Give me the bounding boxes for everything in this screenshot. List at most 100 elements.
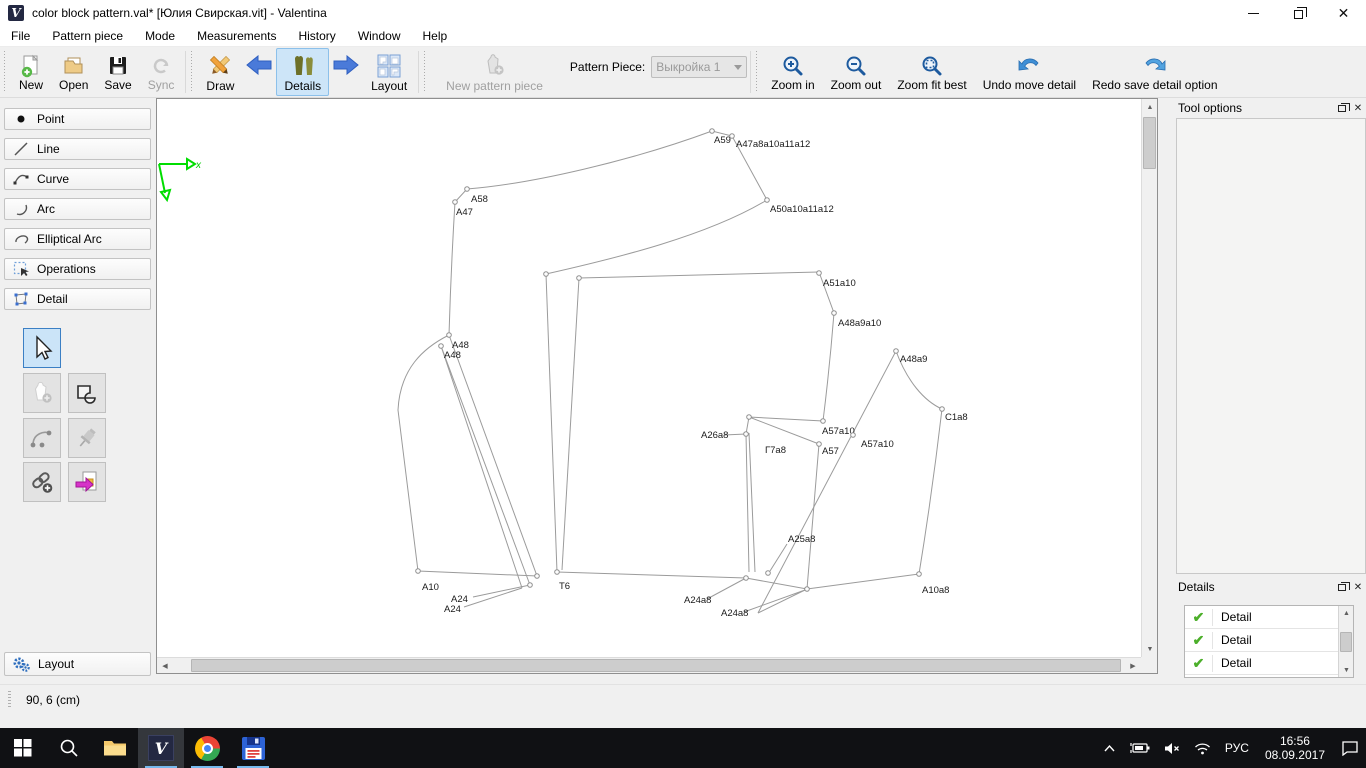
pattern-piece-path[interactable] — [745, 416, 824, 445]
toolbar-drag-handle[interactable] — [2, 51, 7, 93]
zoom-in-button[interactable]: Zoom in — [763, 48, 822, 96]
undo-move-detail-button[interactable]: Undo move detail — [975, 48, 1084, 96]
scroll-right-icon[interactable]: ▶ — [1125, 658, 1141, 674]
scroll-up-icon[interactable]: ▲ — [1339, 606, 1354, 620]
category-arc[interactable]: Arc — [4, 198, 151, 220]
category-curve[interactable]: Curve — [4, 168, 151, 190]
pattern-piece-path[interactable] — [448, 201, 456, 336]
category-point[interactable]: Point — [4, 108, 151, 130]
scroll-left-icon[interactable]: ◀ — [157, 658, 173, 674]
category-line[interactable]: Line — [4, 138, 151, 160]
zoom-out-button[interactable]: Zoom out — [823, 48, 890, 96]
file-explorer-button[interactable] — [92, 728, 138, 768]
select-arrow-tool[interactable] — [23, 328, 61, 368]
pattern-piece-path[interactable] — [818, 271, 835, 422]
details-scrollbar[interactable]: ▲ ▼ — [1338, 606, 1353, 677]
pattern-piece-path[interactable] — [706, 577, 747, 600]
category-elliptical-arc[interactable]: Elliptical Arc — [4, 228, 151, 250]
tray-expand-button[interactable] — [1096, 728, 1123, 768]
drawing-area[interactable]: x A59 A47a8a10a11a12 A58 A47 A50a10a11a12 A51… — [157, 99, 1141, 657]
export-details-tool[interactable] — [68, 462, 106, 502]
valentina-taskbar-button[interactable]: V — [138, 728, 184, 768]
toolbar-drag-handle[interactable] — [422, 51, 428, 93]
toolbar-drag-handle[interactable] — [189, 51, 195, 93]
pattern-piece-path[interactable] — [545, 273, 558, 573]
zoom-fit-best-button[interactable]: Zoom fit best — [889, 48, 974, 96]
title-bar: V color block pattern.val* [Юлия Свирска… — [0, 0, 1366, 26]
layout-button[interactable]: Layout — [4, 652, 151, 676]
category-operations[interactable]: Operations — [4, 258, 151, 280]
chrome-taskbar-button[interactable] — [184, 728, 230, 768]
menu-bar: File Pattern piece Mode Measurements His… — [0, 26, 1366, 47]
menu-help[interactable]: Help — [412, 26, 459, 47]
detail-path-tool[interactable] — [68, 373, 106, 413]
wifi-indicator[interactable] — [1187, 728, 1218, 768]
horizontal-scroll-thumb[interactable] — [191, 659, 1121, 672]
vertical-scrollbar[interactable]: ▲ ▼ — [1141, 99, 1157, 657]
pattern-piece-path[interactable] — [918, 408, 943, 575]
detail-list-item[interactable]: ✔ Detail — [1185, 629, 1353, 652]
pattern-piece-path[interactable] — [463, 587, 523, 608]
point-label: A48a9a10 — [838, 318, 881, 329]
open-button[interactable]: Open — [51, 48, 96, 96]
pattern-point — [804, 586, 810, 592]
pattern-piece-path[interactable] — [397, 334, 538, 577]
details-mode-button[interactable]: Details — [276, 48, 330, 96]
save-button[interactable]: Save — [96, 48, 139, 96]
menu-window[interactable]: Window — [347, 26, 412, 47]
check-icon[interactable]: ✔ — [1185, 608, 1213, 626]
pattern-piece-select[interactable]: Выкройка 1 — [651, 56, 748, 78]
internal-path-tool[interactable] — [23, 418, 61, 458]
dock-float-button[interactable] — [1334, 580, 1350, 594]
menu-file[interactable]: File — [0, 26, 41, 47]
pattern-piece-path[interactable] — [440, 345, 531, 586]
pattern-piece-path[interactable] — [745, 432, 756, 573]
scroll-down-icon[interactable]: ▼ — [1339, 663, 1354, 677]
menu-history[interactable]: History — [287, 26, 346, 47]
close-button[interactable]: ✕ — [1321, 0, 1366, 26]
volume-muted-indicator[interactable] — [1157, 728, 1187, 768]
draw-mode-button[interactable]: Draw — [198, 48, 242, 96]
pattern-piece-path[interactable] — [561, 277, 580, 571]
pattern-piece-path[interactable] — [454, 130, 768, 275]
pattern-piece-path[interactable] — [743, 589, 806, 613]
detail-list-item[interactable]: ✔ Detail — [1185, 652, 1353, 675]
clock[interactable]: 16:56 08.09.2017 — [1256, 728, 1334, 768]
redo-save-detail-button[interactable]: Redo save detail option — [1084, 48, 1225, 96]
details-scroll-thumb[interactable] — [1340, 632, 1352, 652]
layout-mode-button[interactable]: Layout — [363, 48, 415, 96]
action-center-button[interactable] — [1334, 728, 1366, 768]
check-icon[interactable]: ✔ — [1185, 631, 1213, 649]
menu-mode[interactable]: Mode — [134, 26, 186, 47]
floppy-app-taskbar-button[interactable] — [230, 728, 276, 768]
toolbar-drag-handle[interactable] — [754, 51, 760, 93]
battery-indicator[interactable] — [1123, 728, 1157, 768]
restore-button[interactable] — [1276, 0, 1321, 26]
category-detail[interactable]: Detail — [4, 288, 151, 310]
pattern-piece-path[interactable] — [440, 345, 523, 589]
pattern-piece-path[interactable] — [769, 543, 788, 572]
scroll-down-icon[interactable]: ▼ — [1142, 641, 1158, 657]
new-button[interactable]: New — [11, 48, 51, 96]
taskbar-search-button[interactable] — [46, 728, 92, 768]
horizontal-scrollbar[interactable]: ◀ ▶ — [157, 657, 1141, 673]
scroll-up-icon[interactable]: ▲ — [1142, 99, 1158, 115]
detail-list-item[interactable]: ✔ Detail — [1185, 606, 1353, 629]
language-indicator[interactable]: РУС — [1218, 728, 1256, 768]
menu-measurements[interactable]: Measurements — [186, 26, 287, 47]
minimize-button[interactable] — [1231, 0, 1276, 26]
pin-tool[interactable] — [68, 418, 106, 458]
pattern-piece-path[interactable] — [578, 271, 820, 279]
dock-float-button[interactable] — [1334, 101, 1350, 115]
pattern-point — [543, 271, 549, 277]
vertical-scroll-thumb[interactable] — [1143, 117, 1156, 169]
menu-pattern-piece[interactable]: Pattern piece — [41, 26, 134, 47]
new-detail-tool[interactable] — [23, 373, 61, 413]
pattern-piece-path[interactable] — [757, 573, 920, 614]
dock-close-button[interactable]: ✕ — [1350, 580, 1366, 594]
insert-nodes-tool[interactable] — [23, 462, 61, 502]
start-button[interactable] — [0, 728, 46, 768]
dock-close-button[interactable]: ✕ — [1350, 101, 1366, 115]
restore-icon — [1294, 6, 1307, 19]
check-icon[interactable]: ✔ — [1185, 654, 1213, 672]
